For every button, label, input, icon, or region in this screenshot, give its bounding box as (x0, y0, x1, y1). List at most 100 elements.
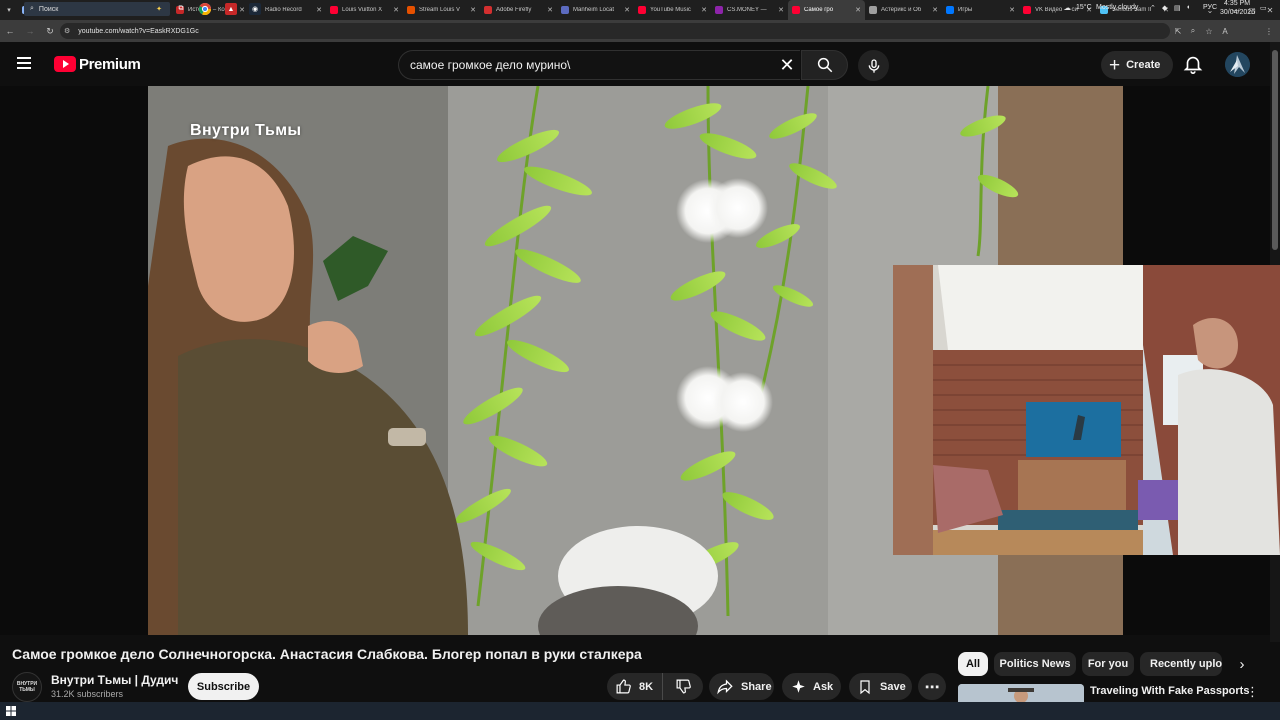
tab-favicon-icon (561, 6, 569, 14)
tab-close-icon[interactable]: ✕ (855, 6, 861, 14)
thumbs-up-icon (616, 679, 631, 694)
browser-tab[interactable]: CS.MONEY — ✕ (711, 0, 788, 20)
save-button[interactable]: Save (849, 673, 912, 700)
tab-close-icon[interactable]: ✕ (393, 6, 399, 14)
volume-icon[interactable]: ◖ (1186, 4, 1190, 11)
scrollbar-thumb[interactable] (1272, 50, 1278, 250)
url-text: youtube.com/watch?v=EaskRXDG1Gc (78, 27, 199, 35)
channel-name[interactable]: Внутри Тьмы | Дудич (51, 673, 178, 687)
site-info-icon[interactable]: ⚙ (64, 27, 70, 35)
app-icon[interactable]: ▲ (225, 3, 237, 15)
weather-description[interactable]: Mostly cloudy (1096, 4, 1138, 11)
tab-title: Louis Vuitton X (342, 7, 383, 13)
steam-icon[interactable]: ◉ (249, 3, 261, 15)
clock-date[interactable]: 30/04/2026 (1220, 9, 1255, 16)
translate-icon[interactable]: A (1217, 20, 1233, 42)
bookmark-icon (860, 679, 870, 694)
tab-favicon-icon (407, 6, 415, 14)
forward-icon[interactable]: → (20, 20, 40, 42)
browser-menu-icon[interactable]: ⋮ (1261, 20, 1277, 42)
share-icon (717, 678, 733, 694)
tab-close-icon[interactable]: ✕ (1009, 6, 1015, 14)
chrome-icon[interactable] (199, 3, 211, 15)
more-actions-button[interactable]: ⋯ (918, 673, 946, 700)
create-button[interactable]: + Create (1101, 51, 1173, 79)
channel-avatar-text: ВНУТРИ ТЬМЫ (16, 681, 38, 693)
reload-icon[interactable]: ↻ (40, 20, 60, 42)
youtube-play-icon (54, 56, 76, 72)
tab-title: Adobe Firefly (496, 7, 532, 13)
tray-chevron-icon[interactable]: ⌃ (1150, 4, 1156, 12)
subscribe-button[interactable]: Subscribe (188, 673, 259, 700)
weather-temp[interactable]: 15°C (1076, 4, 1092, 11)
tab-close-icon[interactable]: ✕ (239, 6, 245, 14)
menu-icon[interactable] (17, 54, 37, 74)
search-button[interactable] (801, 50, 848, 80)
recommendation-thumbnail[interactable] (958, 684, 1084, 702)
notification-center-icon[interactable]: ▭ (1260, 4, 1267, 12)
share-button[interactable]: Share (709, 673, 774, 700)
ask-label: Ask (813, 680, 834, 693)
tab-close-icon[interactable]: ✕ (470, 6, 476, 14)
tab-close-icon[interactable]: ✕ (316, 6, 322, 14)
recommendation-title[interactable]: Traveling With Fake Passports (1090, 685, 1249, 697)
task-view-icon[interactable]: ⧉ (175, 3, 187, 15)
browser-tab[interactable]: Самое гро ✕ (788, 0, 865, 20)
tab-search-icon[interactable]: ▾ (0, 0, 18, 20)
browser-tab[interactable]: Stream Louis V ✕ (403, 0, 480, 20)
search-input[interactable]: самое громкое дело мурино\ (398, 50, 800, 80)
share-label: Share (741, 680, 772, 693)
zoom-icon[interactable]: ⌕ (1185, 20, 1201, 42)
url-field[interactable]: ⚙ youtube.com/watch?v=EaskRXDG1Gc (60, 23, 1170, 39)
chip-recently-uploaded[interactable]: Recently uploa (1140, 652, 1222, 676)
microphone-icon (868, 58, 879, 73)
clock-time[interactable]: 4:35 PM (1224, 0, 1250, 7)
tab-close-icon[interactable]: ✕ (547, 6, 553, 14)
open-in-app-icon[interactable]: ⇱ (1170, 20, 1186, 42)
tab-close-icon[interactable]: ✕ (624, 6, 630, 14)
picture-in-picture-video[interactable] (893, 265, 1280, 555)
tray-app-icon[interactable]: ◆ (1162, 4, 1167, 12)
tab-title: Самое гро (804, 7, 834, 13)
bookmark-star-icon[interactable]: ☆ (1201, 20, 1217, 42)
browser-tab[interactable]: Louis Vuitton X ✕ (326, 0, 403, 20)
taskbar-search-input[interactable]: ⌕ Поиск ✦ (24, 2, 170, 16)
tab-close-icon[interactable]: ✕ (701, 6, 707, 14)
plus-icon: + (1109, 54, 1121, 76)
back-icon[interactable]: ← (0, 20, 20, 42)
account-avatar[interactable] (1225, 52, 1250, 77)
tab-favicon-icon (638, 6, 646, 14)
sparkle-icon (792, 680, 805, 693)
browser-tab[interactable]: Астерикс и Об ✕ (865, 0, 942, 20)
ask-button[interactable]: Ask (782, 673, 841, 700)
notifications-bell-icon[interactable] (1182, 53, 1204, 75)
browser-tab[interactable]: Manheim Locat ✕ (557, 0, 634, 20)
clear-search-icon[interactable]: ✕ (773, 50, 801, 80)
chevron-right-icon[interactable]: › (1232, 652, 1252, 676)
tab-favicon-icon (330, 6, 338, 14)
screen: { "browser": { "tabs": [ {"title": "VODK… (0, 0, 1280, 720)
voice-search-button[interactable] (858, 50, 889, 81)
search-icon (817, 57, 832, 73)
weather-icon[interactable]: ☁ (1064, 4, 1071, 12)
like-button[interactable]: 8K (607, 673, 663, 700)
browser-tab[interactable]: Игры ✕ (942, 0, 1019, 20)
chip-all[interactable]: All (958, 652, 988, 676)
windows-start-icon[interactable] (0, 702, 22, 720)
language-indicator[interactable]: РУС (1203, 4, 1217, 11)
chip-for-you[interactable]: For you (1082, 652, 1134, 676)
browser-tab[interactable]: YouTube Music ✕ (634, 0, 711, 20)
browser-tab[interactable]: Adobe Firefly ✕ (480, 0, 557, 20)
recommendation-menu-icon[interactable]: ⋮ (1246, 684, 1259, 700)
chip-politics-news[interactable]: Politics News (994, 652, 1076, 676)
dislike-button[interactable] (663, 673, 703, 700)
logo-text: Premium (79, 55, 141, 73)
video-title: Самое громкое дело Солнечногорска. Анаст… (12, 646, 642, 662)
youtube-logo[interactable]: Premium (54, 55, 141, 73)
channel-avatar[interactable]: ВНУТРИ ТЬМЫ (12, 672, 42, 702)
like-count: 8K (639, 680, 654, 693)
tab-close-icon[interactable]: ✕ (932, 6, 938, 14)
windows-taskbar (0, 702, 1280, 720)
tab-close-icon[interactable]: ✕ (778, 6, 784, 14)
network-icon[interactable]: ▤ (1174, 4, 1181, 12)
